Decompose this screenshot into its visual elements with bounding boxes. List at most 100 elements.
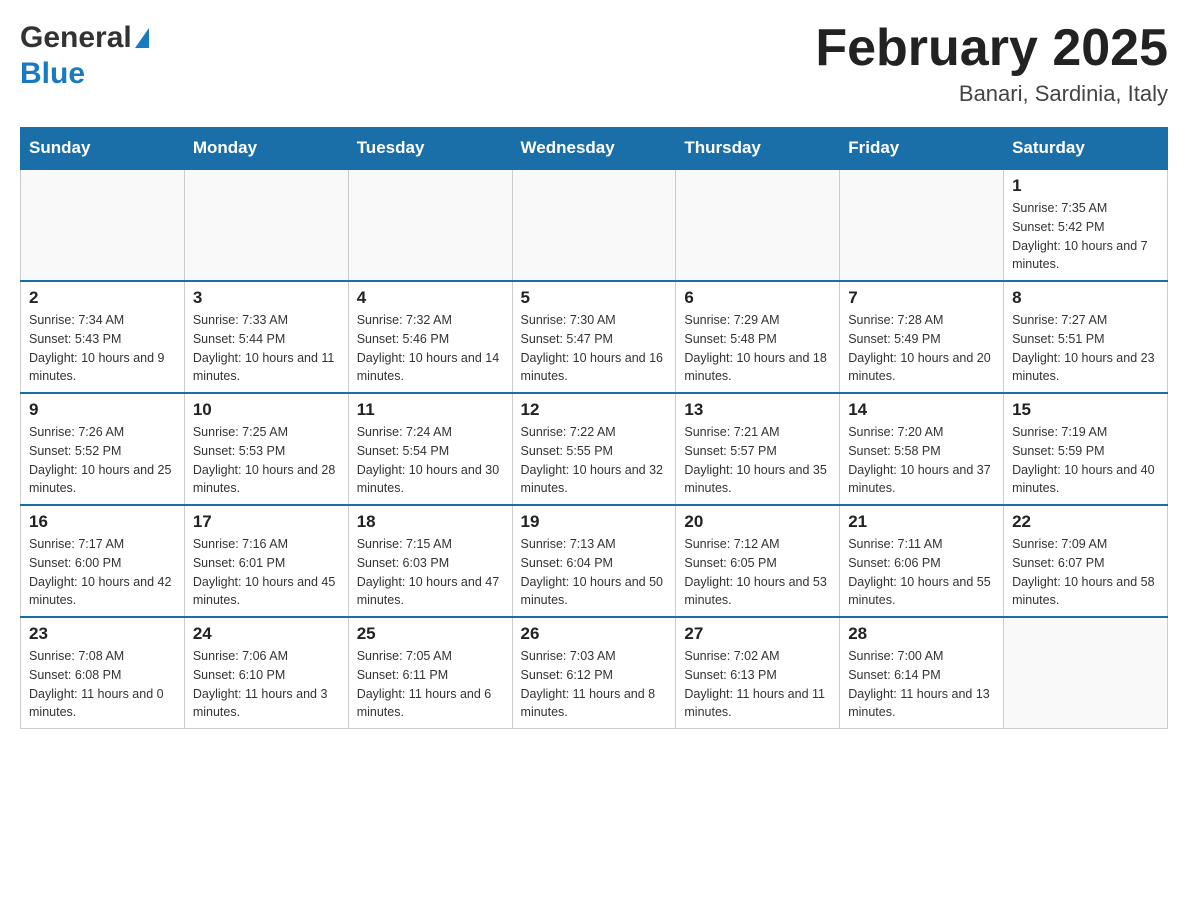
calendar-cell [184,169,348,281]
day-info: Sunrise: 7:24 AM Sunset: 5:54 PM Dayligh… [357,423,504,498]
day-number: 28 [848,624,995,644]
calendar-cell [21,169,185,281]
day-number: 25 [357,624,504,644]
calendar-cell: 2 Sunrise: 7:34 AM Sunset: 5:43 PM Daylig… [21,281,185,393]
location: Banari, Sardinia, Italy [815,81,1168,107]
calendar-cell: 5 Sunrise: 7:30 AM Sunset: 5:47 PM Daylig… [512,281,676,393]
day-number: 19 [521,512,668,532]
day-info: Sunrise: 7:26 AM Sunset: 5:52 PM Dayligh… [29,423,176,498]
day-info: Sunrise: 7:32 AM Sunset: 5:46 PM Dayligh… [357,311,504,386]
calendar-cell: 22 Sunrise: 7:09 AM Sunset: 6:07 PM Dayli… [1004,505,1168,617]
calendar-cell: 14 Sunrise: 7:20 AM Sunset: 5:58 PM Dayli… [840,393,1004,505]
weekday-header-friday: Friday [840,128,1004,170]
day-info: Sunrise: 7:00 AM Sunset: 6:14 PM Dayligh… [848,647,995,722]
day-number: 5 [521,288,668,308]
calendar-cell: 12 Sunrise: 7:22 AM Sunset: 5:55 PM Dayli… [512,393,676,505]
weekday-header-wednesday: Wednesday [512,128,676,170]
day-number: 10 [193,400,340,420]
logo-general-row: General [20,20,149,56]
day-info: Sunrise: 7:09 AM Sunset: 6:07 PM Dayligh… [1012,535,1159,610]
day-number: 6 [684,288,831,308]
calendar-cell: 23 Sunrise: 7:08 AM Sunset: 6:08 PM Dayli… [21,617,185,729]
logo: General Blue [20,20,149,92]
calendar-cell: 15 Sunrise: 7:19 AM Sunset: 5:59 PM Dayli… [1004,393,1168,505]
calendar-cell: 7 Sunrise: 7:28 AM Sunset: 5:49 PM Daylig… [840,281,1004,393]
weekday-header-thursday: Thursday [676,128,840,170]
calendar-cell: 26 Sunrise: 7:03 AM Sunset: 6:12 PM Dayli… [512,617,676,729]
calendar-cell: 28 Sunrise: 7:00 AM Sunset: 6:14 PM Dayli… [840,617,1004,729]
calendar-cell: 13 Sunrise: 7:21 AM Sunset: 5:57 PM Dayli… [676,393,840,505]
day-info: Sunrise: 7:03 AM Sunset: 6:12 PM Dayligh… [521,647,668,722]
day-number: 26 [521,624,668,644]
day-info: Sunrise: 7:12 AM Sunset: 6:05 PM Dayligh… [684,535,831,610]
day-info: Sunrise: 7:35 AM Sunset: 5:42 PM Dayligh… [1012,199,1159,274]
calendar-cell: 1 Sunrise: 7:35 AM Sunset: 5:42 PM Daylig… [1004,169,1168,281]
day-info: Sunrise: 7:27 AM Sunset: 5:51 PM Dayligh… [1012,311,1159,386]
day-number: 14 [848,400,995,420]
day-info: Sunrise: 7:08 AM Sunset: 6:08 PM Dayligh… [29,647,176,722]
weekday-header-tuesday: Tuesday [348,128,512,170]
day-info: Sunrise: 7:30 AM Sunset: 5:47 PM Dayligh… [521,311,668,386]
logo-triangle-icon [135,28,149,48]
day-number: 16 [29,512,176,532]
day-number: 20 [684,512,831,532]
day-number: 2 [29,288,176,308]
weekday-header-sunday: Sunday [21,128,185,170]
calendar-cell: 25 Sunrise: 7:05 AM Sunset: 6:11 PM Dayli… [348,617,512,729]
day-info: Sunrise: 7:25 AM Sunset: 5:53 PM Dayligh… [193,423,340,498]
day-info: Sunrise: 7:16 AM Sunset: 6:01 PM Dayligh… [193,535,340,610]
day-info: Sunrise: 7:02 AM Sunset: 6:13 PM Dayligh… [684,647,831,722]
day-number: 13 [684,400,831,420]
title-area: February 2025 Banari, Sardinia, Italy [815,20,1168,107]
day-info: Sunrise: 7:13 AM Sunset: 6:04 PM Dayligh… [521,535,668,610]
day-info: Sunrise: 7:17 AM Sunset: 6:00 PM Dayligh… [29,535,176,610]
calendar-cell: 18Sunrise: 7:15 AM Sunset: 6:03 PM Dayli… [348,505,512,617]
day-number: 8 [1012,288,1159,308]
calendar-cell: 17 Sunrise: 7:16 AM Sunset: 6:01 PM Dayli… [184,505,348,617]
day-number: 23 [29,624,176,644]
day-number: 15 [1012,400,1159,420]
day-number: 22 [1012,512,1159,532]
day-info: Sunrise: 7:34 AM Sunset: 5:43 PM Dayligh… [29,311,176,386]
logo-blue-row: Blue [20,56,149,92]
calendar-cell [348,169,512,281]
day-number: 12 [521,400,668,420]
weekday-header-saturday: Saturday [1004,128,1168,170]
day-info: Sunrise: 7:06 AM Sunset: 6:10 PM Dayligh… [193,647,340,722]
week-row-2: 2 Sunrise: 7:34 AM Sunset: 5:43 PM Daylig… [21,281,1168,393]
weekday-header-row: SundayMondayTuesdayWednesdayThursdayFrid… [21,128,1168,170]
week-row-3: 9 Sunrise: 7:26 AM Sunset: 5:52 PM Daylig… [21,393,1168,505]
calendar-cell: 27 Sunrise: 7:02 AM Sunset: 6:13 PM Dayli… [676,617,840,729]
day-info: Sunrise: 7:21 AM Sunset: 5:57 PM Dayligh… [684,423,831,498]
week-row-4: 16 Sunrise: 7:17 AM Sunset: 6:00 PM Dayli… [21,505,1168,617]
calendar-cell: 20 Sunrise: 7:12 AM Sunset: 6:05 PM Dayli… [676,505,840,617]
calendar-cell: 11Sunrise: 7:24 AM Sunset: 5:54 PM Dayli… [348,393,512,505]
calendar-cell [512,169,676,281]
day-info: Sunrise: 7:11 AM Sunset: 6:06 PM Dayligh… [848,535,995,610]
day-number: 4 [357,288,504,308]
calendar-cell: 10 Sunrise: 7:25 AM Sunset: 5:53 PM Dayli… [184,393,348,505]
day-number: 1 [1012,176,1159,196]
logo-blue-text: Blue [20,57,85,90]
calendar-cell: 8 Sunrise: 7:27 AM Sunset: 5:51 PM Daylig… [1004,281,1168,393]
weekday-header-monday: Monday [184,128,348,170]
calendar-cell: 16 Sunrise: 7:17 AM Sunset: 6:00 PM Dayli… [21,505,185,617]
day-info: Sunrise: 7:19 AM Sunset: 5:59 PM Dayligh… [1012,423,1159,498]
day-number: 7 [848,288,995,308]
day-number: 27 [684,624,831,644]
calendar-cell: 21 Sunrise: 7:11 AM Sunset: 6:06 PM Dayli… [840,505,1004,617]
day-info: Sunrise: 7:20 AM Sunset: 5:58 PM Dayligh… [848,423,995,498]
day-number: 21 [848,512,995,532]
calendar-cell: 6Sunrise: 7:29 AM Sunset: 5:48 PM Daylig… [676,281,840,393]
day-info: Sunrise: 7:28 AM Sunset: 5:49 PM Dayligh… [848,311,995,386]
calendar-cell: 24Sunrise: 7:06 AM Sunset: 6:10 PM Dayli… [184,617,348,729]
calendar-cell: 4 Sunrise: 7:32 AM Sunset: 5:46 PM Daylig… [348,281,512,393]
week-row-5: 23 Sunrise: 7:08 AM Sunset: 6:08 PM Dayli… [21,617,1168,729]
day-info: Sunrise: 7:15 AM Sunset: 6:03 PM Dayligh… [357,535,504,610]
day-info: Sunrise: 7:05 AM Sunset: 6:11 PM Dayligh… [357,647,504,722]
calendar-cell [840,169,1004,281]
day-number: 17 [193,512,340,532]
day-number: 9 [29,400,176,420]
day-info: Sunrise: 7:33 AM Sunset: 5:44 PM Dayligh… [193,311,340,386]
day-info: Sunrise: 7:22 AM Sunset: 5:55 PM Dayligh… [521,423,668,498]
